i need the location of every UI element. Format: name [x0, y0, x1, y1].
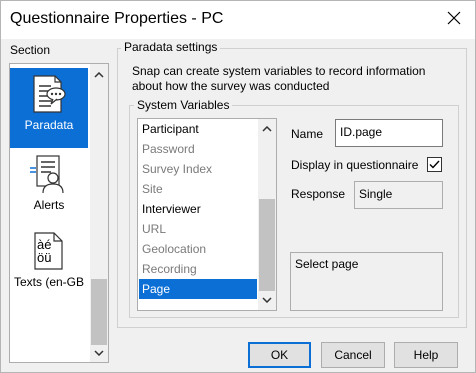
list-item[interactable]: Password	[139, 139, 257, 159]
scroll-up-icon[interactable]	[258, 120, 276, 138]
checkmark-icon	[429, 160, 440, 169]
display-in-questionnaire-checkbox[interactable]	[427, 157, 442, 172]
section-label: Section	[10, 43, 51, 57]
questionnaire-properties-dialog: Questionnaire Properties - PC Section Pa…	[0, 0, 476, 373]
section-item-label: Texts (en-GB	[13, 275, 85, 289]
scroll-up-icon[interactable]	[90, 66, 108, 84]
scroll-down-icon[interactable]	[90, 344, 108, 362]
close-icon[interactable]	[441, 5, 467, 31]
ok-button[interactable]: OK	[248, 342, 311, 368]
list-item[interactable]: Recording	[139, 259, 257, 279]
response-value: Single	[354, 181, 443, 209]
section-item-label: Paradata	[24, 118, 74, 132]
list-item[interactable]: URL	[139, 219, 257, 239]
system-variables-title: System Variables	[134, 98, 233, 112]
system-variables-list[interactable]: Participant Password Survey Index Site I…	[137, 118, 277, 311]
name-field[interactable]: ID.page	[335, 119, 443, 147]
section-item-texts[interactable]: àé öü Texts (en-GB	[10, 229, 88, 299]
cancel-button[interactable]: Cancel	[321, 342, 385, 368]
help-button[interactable]: Help	[394, 342, 458, 368]
response-label: Response	[291, 187, 346, 201]
info-box: Select page	[290, 252, 443, 311]
paradata-icon	[33, 75, 66, 113]
paradata-settings-title: Paradata settings	[121, 40, 221, 54]
scroll-thumb[interactable]	[259, 199, 275, 291]
paradata-description: Snap can create system variables to reco…	[132, 64, 426, 93]
scroll-thumb[interactable]	[91, 279, 107, 345]
texts-icon: àé öü	[32, 231, 66, 271]
section-item-alerts[interactable]: Alerts	[10, 150, 88, 220]
display-in-questionnaire-label: Display in questionnaire	[291, 158, 419, 172]
texts-icon-glyphs: àé öü	[37, 237, 52, 265]
list-item[interactable]: Site	[139, 179, 257, 199]
section-item-label: Alerts	[33, 198, 65, 212]
section-item-paradata[interactable]: Paradata	[10, 68, 88, 148]
list-item[interactable]: Page	[139, 279, 257, 299]
list-item[interactable]: Geolocation	[139, 239, 257, 259]
list-item[interactable]: Interviewer	[139, 199, 257, 219]
section-scrollbar[interactable]	[90, 64, 108, 362]
window-title: Questionnaire Properties - PC	[10, 10, 224, 27]
section-list[interactable]: Paradata Alerts àé öü Texts (en-GB	[9, 63, 109, 363]
scroll-down-icon[interactable]	[258, 291, 276, 309]
name-label: Name	[291, 127, 324, 141]
list-item[interactable]: Survey Index	[139, 159, 257, 179]
system-variables-scrollbar[interactable]	[258, 119, 276, 310]
list-item[interactable]: Participant	[139, 119, 257, 139]
alerts-icon	[30, 155, 64, 194]
